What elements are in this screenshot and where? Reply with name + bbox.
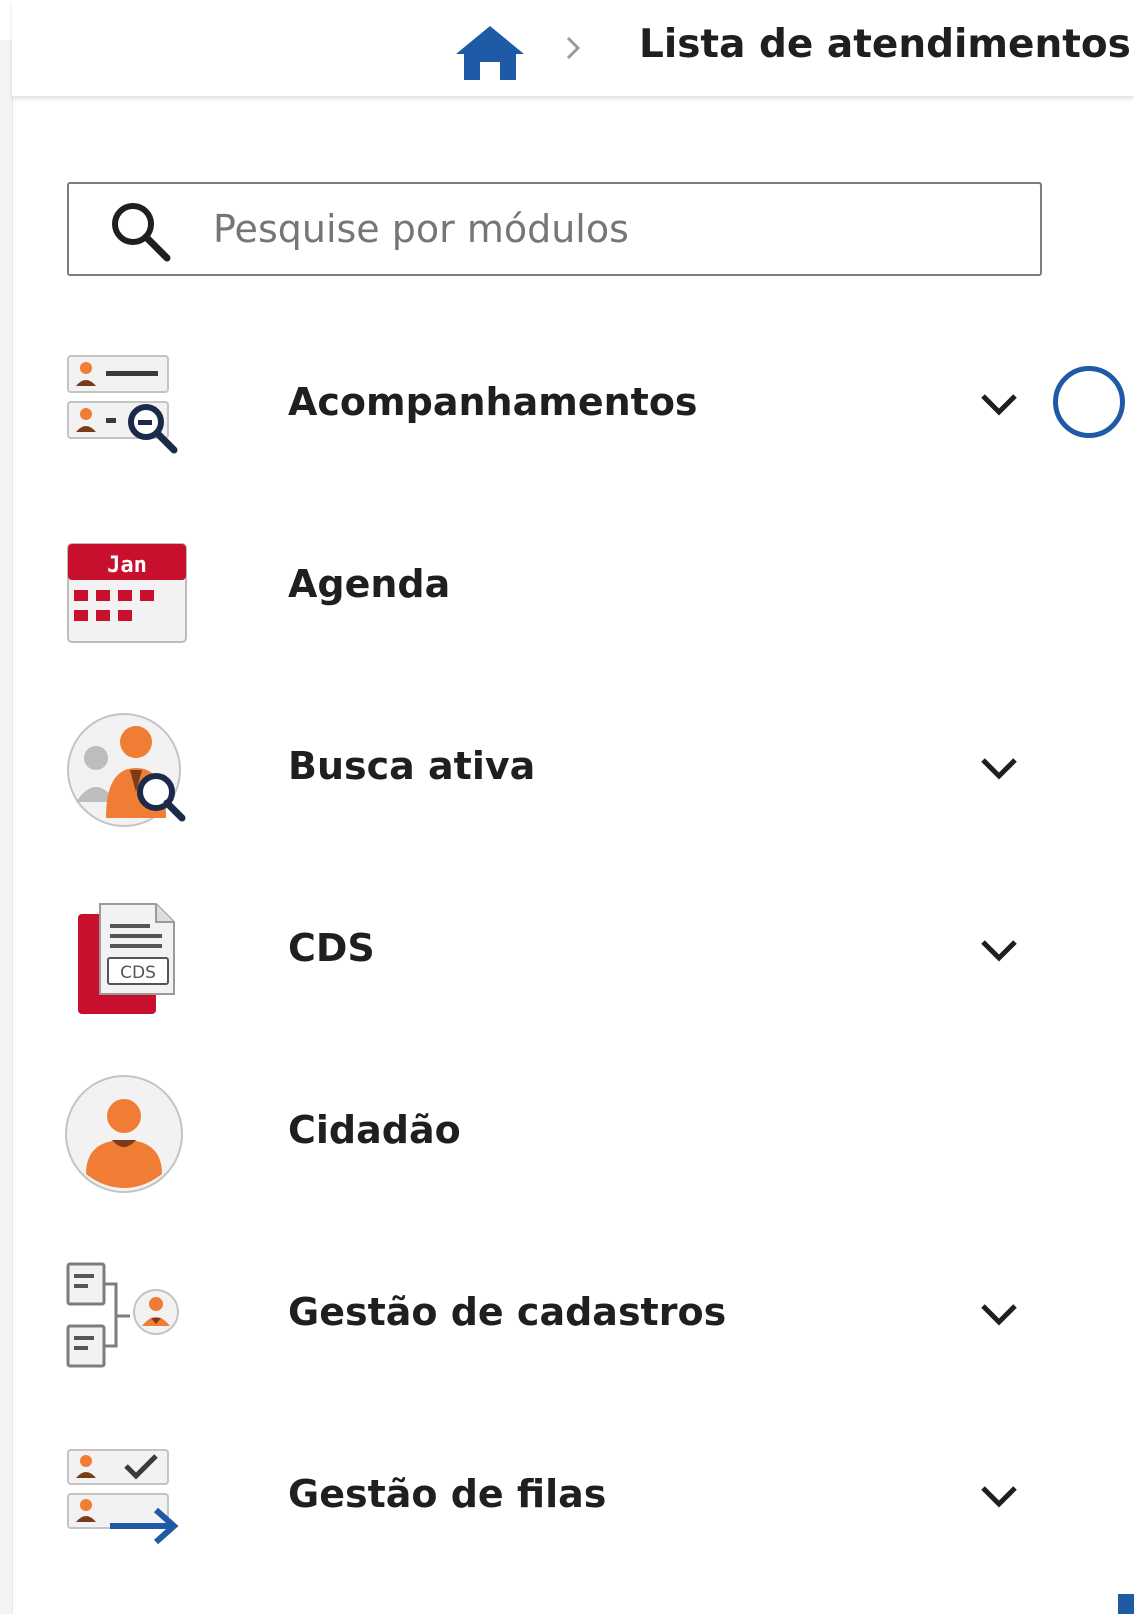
citizen-avatar-icon [65,1075,183,1193]
search-box[interactable] [67,182,1042,276]
menu-item-label: Gestão de cadastros [288,1290,727,1334]
acompanhamentos-icon [67,355,178,454]
chevron-down-icon[interactable] [977,932,1021,968]
search-icon [112,203,171,262]
menu-item-agenda[interactable]: Jan Agenda [60,518,1050,658]
menu-item-label: Agenda [288,562,451,606]
menu-item-label: Acompanhamentos [288,380,698,424]
chevron-down-icon[interactable] [977,750,1021,786]
menu-item-acompanhamentos[interactable]: Acompanhamentos [60,336,1050,476]
menu-item-gestao-cadastros[interactable]: Gestão de cadastros [60,1246,1050,1386]
gestao-filas-icon [67,1449,179,1545]
cds-document-icon: CDS [78,903,175,1014]
menu-item-label: Cidadão [288,1108,461,1152]
menu-item-cidadao[interactable]: Cidadão [60,1064,1050,1204]
menu-item-label: Busca ativa [288,744,536,788]
chevron-right-icon [566,36,581,60]
chevron-down-icon[interactable] [977,386,1021,422]
side-panel-edge [0,40,13,1614]
calendar-month-text: Jan [107,553,147,578]
menu-item-label: CDS [288,926,375,970]
chevron-down-icon[interactable] [977,1296,1021,1332]
gestao-cadastros-icon [66,1262,179,1368]
breadcrumb: Lista de atendimentos [12,0,1134,96]
cds-icon-text: CDS [120,963,156,983]
busca-ativa-icon [67,713,186,827]
home-icon[interactable] [452,22,528,82]
calendar-icon: Jan [67,543,187,643]
search-input[interactable] [213,194,1013,264]
menu-item-busca-ativa[interactable]: Busca ativa [60,700,1050,840]
page: Lista de atendimentos Acompanhamentos [0,0,1134,1614]
breadcrumb-current[interactable]: Lista de atendimentos [639,22,1131,67]
scroll-edge-mark [1118,1594,1134,1614]
menu-item-gestao-filas[interactable]: Gestão de filas [60,1428,1050,1568]
menu-item-cds[interactable]: CDS CDS [60,882,1050,1022]
cursor-highlight [1053,366,1125,438]
menu-item-label: Gestão de filas [288,1472,607,1516]
chevron-down-icon[interactable] [977,1478,1021,1514]
